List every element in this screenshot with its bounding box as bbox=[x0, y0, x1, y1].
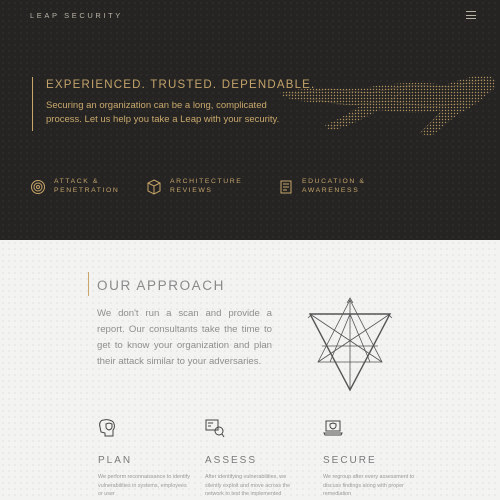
laptop-shield-icon bbox=[323, 420, 343, 436]
column-text: We regroup after every assessment to dis… bbox=[323, 474, 415, 497]
column-title: SECURE bbox=[323, 455, 377, 466]
book-icon bbox=[280, 180, 292, 193]
service-architecture-reviews[interactable]: ARCHITECTURE REVIEWS bbox=[146, 178, 260, 195]
service-attack-penetration[interactable]: ATTACK & PENETRATION bbox=[30, 178, 144, 195]
service-label: ARCHITECTURE REVIEWS bbox=[170, 178, 243, 194]
tagline-accent-bar bbox=[32, 77, 33, 131]
column-text: We perform reconnaissance to identify vu… bbox=[98, 474, 190, 497]
head-shield-icon bbox=[99, 419, 115, 437]
column-assess: ASSESS After identifying vulnerabilities… bbox=[205, 418, 315, 499]
service-education-awareness[interactable]: EDUCATION & AWARENESS bbox=[278, 178, 392, 195]
service-label: ATTACK & PENETRATION bbox=[54, 178, 120, 194]
magnifier-icon bbox=[205, 419, 225, 438]
geometric-emblem-icon bbox=[307, 297, 393, 392]
cheetah-illustration bbox=[280, 75, 496, 137]
hamburger-menu-icon[interactable] bbox=[466, 11, 476, 19]
service-label: EDUCATION & AWARENESS bbox=[302, 178, 366, 194]
column-secure: SECURE We regroup after every assessment… bbox=[323, 418, 433, 499]
column-title: PLAN bbox=[98, 455, 133, 466]
column-plan: PLAN We perform reconnaissance to identi… bbox=[98, 418, 208, 499]
brand-logo-text[interactable]: LEAP SECURITY bbox=[30, 11, 123, 20]
column-title: ASSESS bbox=[205, 455, 258, 466]
column-text: After identifying vulnerabilities, we si… bbox=[205, 474, 291, 497]
blocks-icon bbox=[147, 178, 161, 195]
approach-title: OUR APPROACH bbox=[97, 278, 225, 293]
target-icon bbox=[31, 179, 45, 194]
approach-accent-bar bbox=[88, 272, 89, 296]
approach-text: We don't run a scan and provide a report… bbox=[97, 308, 272, 367]
hero-intro-text: Securing an organization can be a long, … bbox=[46, 100, 280, 125]
